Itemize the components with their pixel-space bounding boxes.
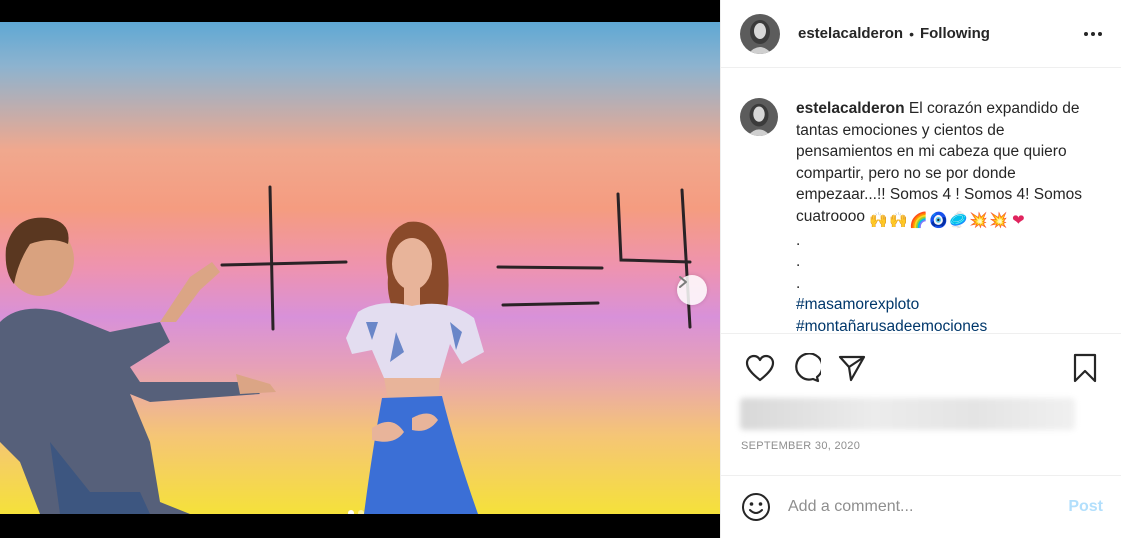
post-actions	[721, 348, 1121, 388]
more-options-icon	[1084, 31, 1102, 36]
caption-emoji: 🥏	[949, 211, 968, 229]
caption-emoji: 💥	[989, 211, 1008, 229]
avatar[interactable]	[740, 13, 780, 54]
carousel-next-button[interactable]	[677, 275, 707, 305]
caption-emoji: ❤	[1011, 211, 1025, 229]
paper-plane-icon	[838, 355, 866, 382]
likes-summary-blurred	[740, 398, 1075, 430]
caption-emoji: 🙌	[869, 211, 888, 229]
caption-dot-line: .	[796, 274, 801, 292]
comments-section[interactable]: estelacalderon El corazón expandido de t…	[721, 69, 1121, 334]
header-bullet: •	[909, 25, 914, 42]
more-options-button[interactable]	[1081, 22, 1105, 46]
comment-input[interactable]	[788, 498, 1069, 516]
post-timestamp[interactable]: SEPTEMBER 30, 2020	[741, 440, 860, 452]
post-details-panel: estelacalderon • Following estelacaldero…	[720, 0, 1121, 538]
heart-icon	[745, 354, 775, 382]
caption-emoji: 💥	[969, 211, 988, 229]
share-button[interactable]	[832, 348, 872, 388]
carousel-dot	[358, 510, 364, 514]
caption-emojis: 🙌 🙌 🌈 🧿 🥏 💥 💥 ❤	[869, 212, 1027, 230]
woman-figure	[346, 221, 484, 514]
caption-dot-line: .	[796, 231, 801, 249]
caption-emoji: 🌈	[909, 211, 928, 229]
caption-emoji: 🧿	[929, 211, 948, 229]
chevron-right-icon	[679, 276, 687, 288]
caption-username[interactable]: estelacalderon	[796, 100, 905, 117]
add-comment-bar: Post	[721, 475, 1121, 538]
caption-text: El corazón expandido de tantas emociones…	[796, 100, 1083, 225]
caption-dot-line: .	[796, 253, 801, 270]
post-media[interactable]	[0, 0, 720, 538]
man-figure	[0, 217, 276, 514]
comment-icon	[795, 353, 821, 383]
post-photo[interactable]	[0, 22, 720, 514]
caption-emoji: 🙌	[889, 211, 908, 229]
post-comment-button[interactable]: Post	[1068, 498, 1103, 516]
post-header: estelacalderon • Following	[721, 0, 1121, 68]
save-button[interactable]	[1065, 348, 1105, 388]
comment-button[interactable]	[786, 348, 826, 388]
header-username[interactable]: estelacalderon	[798, 25, 903, 42]
caption-avatar[interactable]	[740, 98, 778, 136]
hashtag-link[interactable]: #montañarusadeemociones	[796, 316, 1105, 334]
like-button[interactable]	[740, 348, 780, 388]
hashtag-link[interactable]: #masamorexploto	[796, 294, 1105, 316]
following-button[interactable]: Following	[920, 25, 990, 42]
bookmark-icon	[1073, 353, 1097, 383]
carousel-indicator	[348, 510, 364, 514]
photo-illustration	[0, 185, 692, 514]
smiley-icon	[742, 493, 770, 521]
post-caption: estelacalderon El corazón expandido de t…	[796, 98, 1105, 333]
emoji-picker-button[interactable]	[740, 491, 772, 523]
carousel-dot	[348, 510, 354, 514]
